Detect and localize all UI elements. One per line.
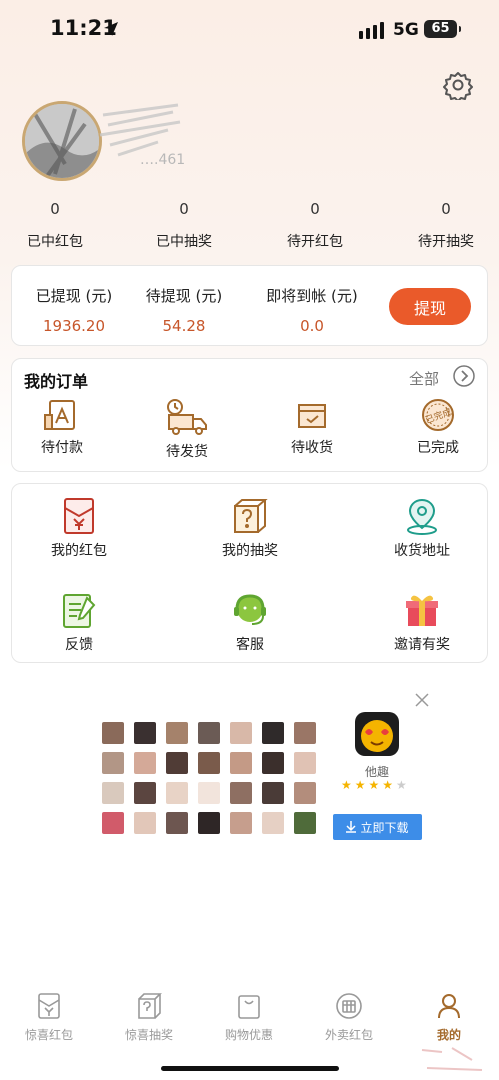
stat-value: 0 [441, 200, 451, 218]
download-label: 立即下载 [360, 820, 409, 835]
battery-level: 65 [431, 21, 450, 36]
customer-service-icon [234, 594, 266, 625]
service-invite-rewards[interactable]: 邀请有奖 [367, 590, 477, 654]
incoming-label: 即将到帐 (元) [266, 287, 358, 305]
withdrawn-amount: 已提现 (元) 1936.20 [24, 285, 124, 335]
service-feedback[interactable]: 反馈 [24, 590, 134, 654]
pending-withdraw-label: 待提现 (元) [145, 287, 223, 305]
order-label: 待付款 [41, 440, 83, 456]
service-label: 邀请有奖 [394, 637, 450, 653]
incoming-amount: 即将到帐 (元) 0.0 [252, 285, 372, 335]
tab-label: 惊喜抽奖 [124, 1028, 173, 1042]
tab-shopping-deals[interactable]: 购物优惠 [209, 992, 289, 1043]
service-label: 客服 [236, 637, 264, 653]
location-arrow-icon [104, 22, 118, 36]
tab-label: 购物优惠 [224, 1028, 273, 1042]
rating-stars: ★★★★★ [341, 778, 410, 792]
package-box-icon [298, 404, 326, 428]
gift-icon [406, 595, 438, 626]
gear-icon[interactable] [443, 70, 473, 100]
withdraw-card: 已提现 (元) 1936.20 待提现 (元) 54.28 即将到帐 (元) 0… [11, 265, 488, 346]
red-envelope-icon [64, 498, 94, 534]
service-my-red-envelopes[interactable]: 我的红包 [24, 496, 134, 560]
completed-stamp-icon: 已完成 [422, 399, 454, 431]
signal-icon [359, 22, 384, 39]
delivery-truck-icon [167, 399, 207, 435]
stat-pending-red-envelopes[interactable]: 0 待开红包 [260, 200, 370, 251]
service-label: 我的红包 [51, 543, 107, 559]
order-pending-receipt[interactable]: 待收货 [267, 397, 357, 457]
stat-label: 已中抽奖 [156, 234, 212, 250]
incoming-value: 0.0 [300, 317, 324, 335]
stat-label: 待开抽奖 [418, 234, 474, 250]
red-envelope-icon [38, 993, 60, 1019]
tab-takeout-red-envelopes[interactable]: 外卖红包 [309, 992, 389, 1043]
avatar[interactable] [22, 101, 102, 181]
tab-surprise-lottery[interactable]: 惊喜抽奖 [109, 992, 189, 1043]
tab-surprise-red-envelopes[interactable]: 惊喜红包 [9, 992, 89, 1043]
download-icon [346, 821, 357, 833]
pending-withdraw-value: 54.28 [162, 317, 206, 335]
stat-won-lotteries[interactable]: 0 已中抽奖 [129, 200, 239, 251]
withdraw-button[interactable]: 提现 [389, 288, 471, 325]
stat-pending-lotteries[interactable]: 0 待开抽奖 [391, 200, 499, 251]
services-card: 我的红包 我的抽奖 收货地址 反馈 客服 邀请有奖 [11, 483, 488, 663]
corner-scribble [421, 1047, 483, 1071]
order-pending-payment[interactable]: 待付款 [17, 397, 107, 457]
ad-photo-grid[interactable] [102, 722, 322, 840]
tab-label: 外卖红包 [324, 1028, 373, 1042]
stat-won-red-envelopes[interactable]: 0 已中红包 [0, 200, 110, 251]
stat-value: 0 [310, 200, 320, 218]
service-label: 反馈 [65, 637, 93, 653]
order-label: 待收货 [291, 440, 333, 456]
service-label: 我的抽奖 [222, 543, 278, 559]
orders-card: 我的订单 全部 待付款 待发货 待收货 已完成 已完成 [11, 358, 488, 472]
chevron-right-icon[interactable] [453, 365, 475, 387]
tab-mine[interactable]: 我的 [409, 992, 489, 1043]
pending-payment-icon [44, 400, 75, 430]
order-completed[interactable]: 已完成 已完成 [393, 397, 483, 457]
service-shipping-address[interactable]: 收货地址 [367, 496, 477, 560]
user-id: ….461 [140, 152, 186, 168]
service-customer-service[interactable]: 客服 [195, 590, 305, 654]
order-label: 已完成 [417, 440, 459, 456]
home-indicator [161, 1066, 339, 1071]
download-button[interactable]: 立即下载 [333, 814, 422, 840]
order-pending-shipment[interactable]: 待发货 [142, 397, 232, 461]
tab-label: 惊喜红包 [24, 1028, 73, 1042]
stat-value: 0 [50, 200, 60, 218]
order-label: 待发货 [166, 444, 208, 460]
coupon-icon [336, 993, 362, 1019]
withdrawn-label: 已提现 (元) [35, 287, 113, 305]
app-icon[interactable] [355, 712, 399, 756]
service-my-lotteries[interactable]: 我的抽奖 [195, 496, 305, 560]
orders-title: 我的订单 [24, 372, 89, 391]
shopping-bag-icon [238, 995, 260, 1019]
feedback-icon [63, 594, 96, 628]
status-bar: 11:21 5G 65 [0, 0, 499, 58]
location-pin-icon [407, 498, 437, 535]
pending-withdraw-amount: 待提现 (元) 54.28 [134, 285, 234, 335]
stat-label: 已中红包 [27, 234, 83, 250]
close-icon[interactable] [414, 692, 430, 708]
service-label: 收货地址 [394, 543, 450, 559]
orders-all-link[interactable]: 全部 [409, 368, 439, 389]
withdrawn-value: 1936.20 [42, 317, 106, 335]
stat-value: 0 [179, 200, 189, 218]
mystery-box-icon [138, 993, 162, 1019]
blurred-username [99, 103, 181, 157]
stat-label: 待开红包 [287, 234, 343, 250]
network-type: 5G [393, 20, 419, 40]
user-icon [438, 994, 460, 1019]
mystery-box-icon [234, 499, 268, 533]
battery-icon: 65 [424, 20, 461, 38]
